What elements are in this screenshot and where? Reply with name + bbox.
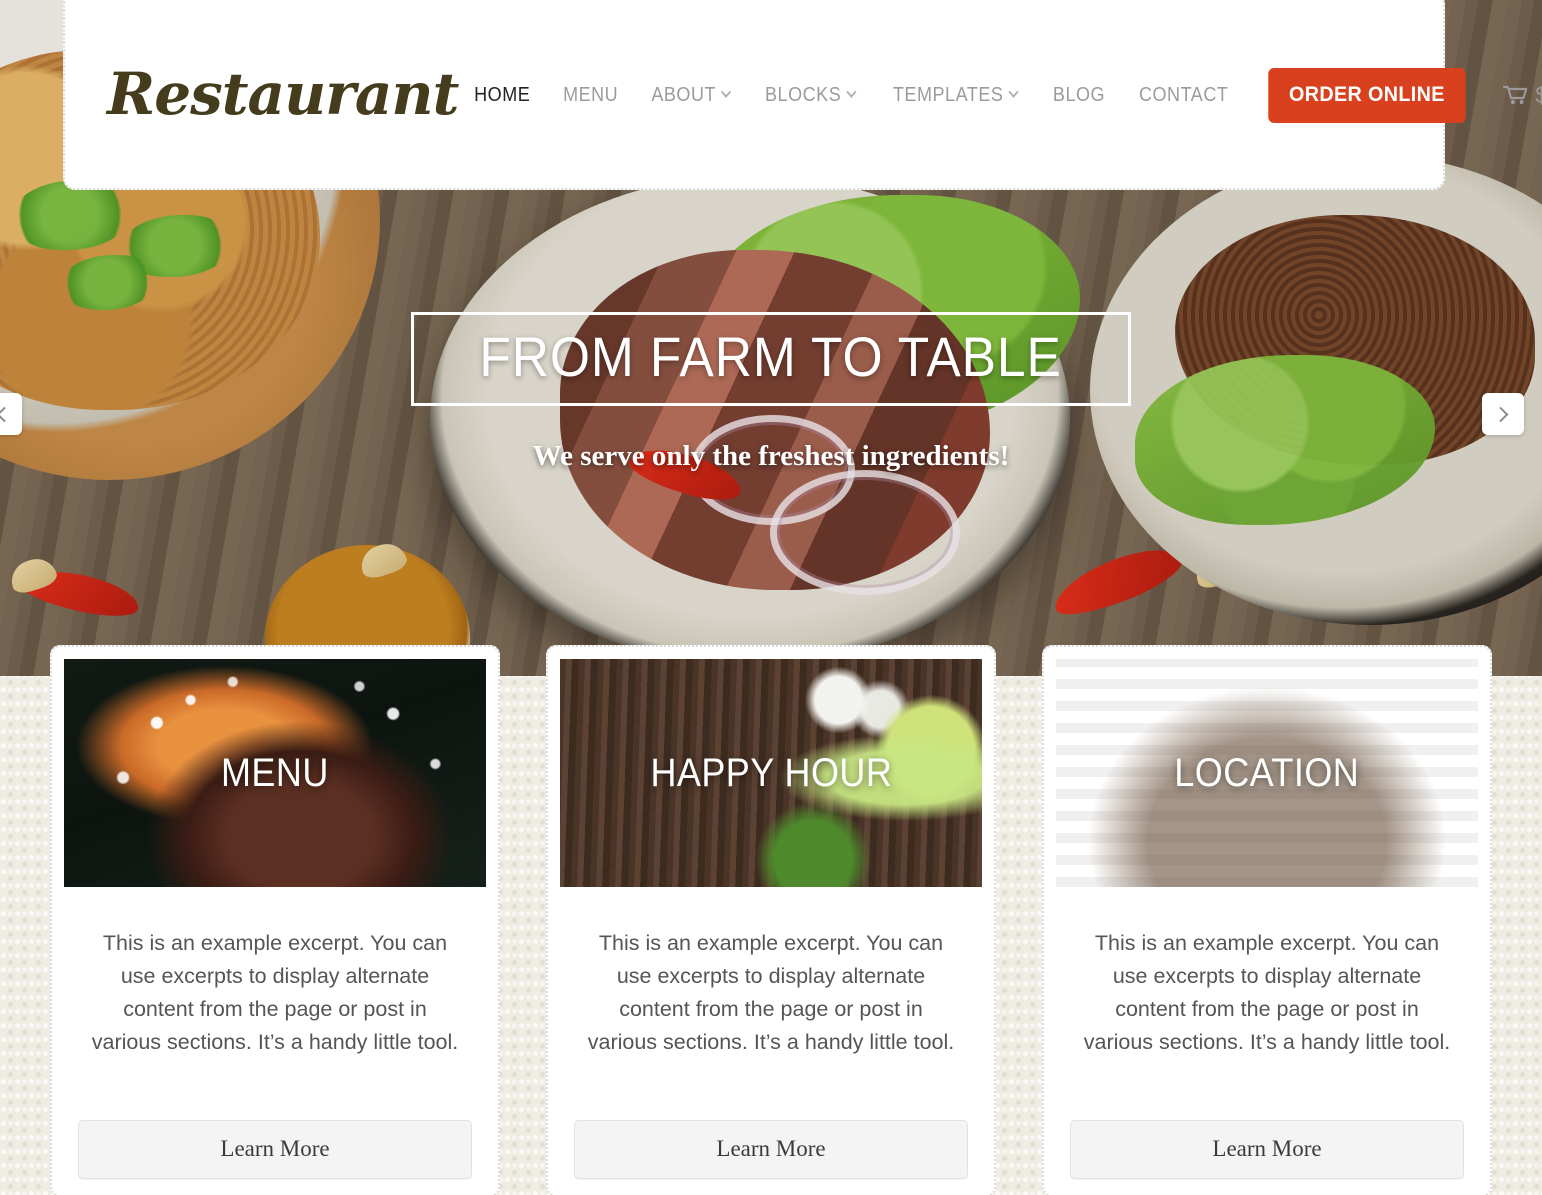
nav-label: ABOUT [651,83,717,106]
main-navigation: HOME MENU ABOUT BLOCKS TEMPLATES BLOG CO… [458,67,1542,123]
nav-item-contact[interactable]: CONTACT [1127,84,1240,107]
hero-title-box: FROM FARM TO TABLE [411,312,1131,406]
feature-card-location[interactable]: LOCATION This is an example excerpt. You… [1042,645,1492,1195]
nav-item-blocks[interactable]: BLOCKS [753,84,866,107]
page-root: FROM FARM TO TABLE We serve only the fre… [0,0,1542,1195]
card-title: HAPPY HOUR [650,750,892,795]
card-title: LOCATION [1174,750,1360,795]
nav-item-templates[interactable]: TEMPLATES [881,84,1028,107]
nav-label: CONTACT [1138,83,1229,106]
card-excerpt: This is an example excerpt. You can use … [91,931,459,1054]
order-online-button[interactable]: ORDER ONLINE [1268,67,1466,123]
chevron-left-icon [0,406,12,422]
hero-subtitle: We serve only the freshest ingredients! [532,440,1010,472]
hero-title: FROM FARM TO TABLE [479,325,1063,388]
feature-cards: MENU This is an example excerpt. You can… [50,645,1492,1195]
learn-more-button[interactable]: Learn More [78,1120,472,1179]
card-body: This is an example excerpt. You can use … [1056,887,1478,1102]
nav-label: BLOCKS [765,83,842,106]
nav-label: TEMPLATES [892,83,1004,106]
nav-item-menu[interactable]: MENU [551,84,630,107]
chevron-right-icon [1492,406,1508,422]
learn-more-button[interactable]: Learn More [574,1120,968,1179]
card-media: HAPPY HOUR [560,659,982,887]
card-media: MENU [64,659,486,887]
card-footer: Learn More [64,1102,486,1195]
carousel-prev-button[interactable] [0,393,22,435]
nav-label: BLOG [1052,83,1105,106]
chevron-down-icon [1008,86,1019,98]
card-body: This is an example excerpt. You can use … [560,887,982,1102]
hero-caption: FROM FARM TO TABLE We serve only the fre… [0,312,1542,473]
nav-item-blog[interactable]: BLOG [1041,84,1117,107]
cart-summary[interactable]: $ 8.00 | 1 [1503,82,1542,109]
cart-total-text: $ 8.00 | 1 [1535,82,1542,109]
chevron-down-icon [846,86,857,98]
learn-more-button[interactable]: Learn More [1070,1120,1464,1179]
card-footer: Learn More [1056,1102,1478,1195]
site-logo[interactable]: Restaurant [107,65,459,123]
nav-label: HOME [474,83,531,106]
site-header: Restaurant HOME MENU ABOUT BLOCKS TEMPLA… [63,0,1542,190]
card-title: MENU [221,750,329,795]
nav-label: MENU [562,83,619,106]
carousel-next-button[interactable] [1482,393,1524,435]
chevron-down-icon [720,86,732,98]
feature-card-menu[interactable]: MENU This is an example excerpt. You can… [50,645,500,1195]
shopping-cart-icon [1503,85,1527,105]
feature-card-happy-hour[interactable]: HAPPY HOUR This is an example excerpt. Y… [546,645,996,1195]
card-excerpt: This is an example excerpt. You can use … [587,931,955,1054]
card-body: This is an example excerpt. You can use … [64,887,486,1102]
card-footer: Learn More [560,1102,982,1195]
card-media: LOCATION [1056,659,1478,887]
nav-item-home[interactable]: HOME [463,84,543,107]
nav-item-about[interactable]: ABOUT [640,84,742,107]
card-excerpt: This is an example excerpt. You can use … [1083,931,1451,1054]
